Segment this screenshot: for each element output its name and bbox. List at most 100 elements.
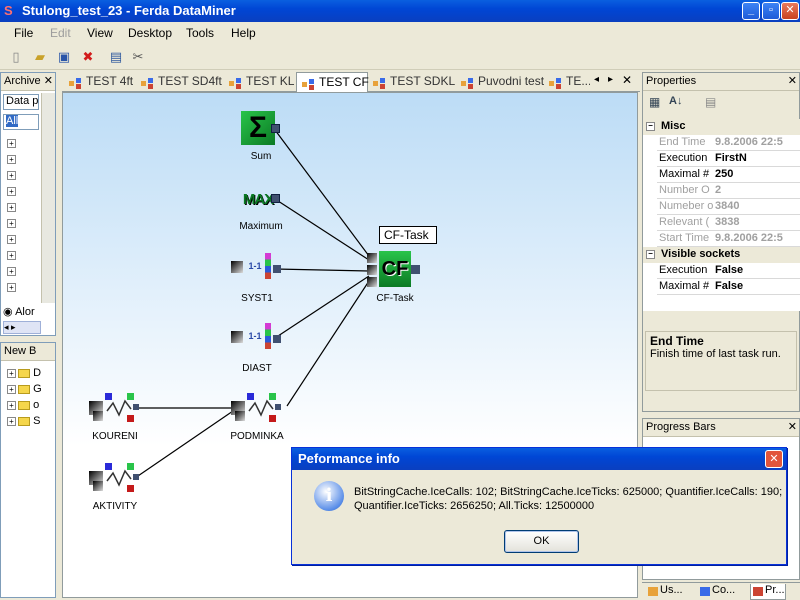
node-label: KOURENI (92, 431, 138, 442)
node-podminka[interactable]: PODMINKA (230, 391, 284, 442)
tab-context[interactable]: Co... (698, 584, 735, 600)
minimize-button[interactable]: _ (742, 2, 760, 20)
node-diast[interactable]: 1-1 DIAST (231, 321, 281, 374)
property-row[interactable]: Start Time 9.8.2006 22:5 (657, 231, 800, 247)
ok-button[interactable]: OK (504, 530, 579, 553)
menu-file[interactable]: File (14, 26, 33, 40)
sum-icon: Σ (241, 111, 275, 145)
output-socket[interactable] (271, 124, 280, 133)
tree-row[interactable]: + (7, 281, 37, 293)
menu-help[interactable]: Help (231, 26, 256, 40)
properties-toolbar: ▦ A↓ ▤ (647, 95, 716, 113)
output-socket[interactable] (273, 335, 281, 343)
input-socket[interactable] (367, 277, 377, 287)
node-maximum[interactable]: MAX Maximum (239, 181, 282, 232)
window-icon[interactable]: ▤ (106, 48, 126, 66)
tab-scroll-left-icon[interactable]: ◂ (594, 74, 599, 85)
property-row[interactable]: Maximal # False (657, 279, 800, 295)
tree-row[interactable]: + (7, 249, 37, 261)
save-icon[interactable]: ▣ (54, 48, 74, 66)
tab-test-kl[interactable]: TEST KL (224, 72, 294, 92)
menu-edit[interactable]: Edit (50, 26, 71, 40)
tree-row[interactable]: + (7, 233, 37, 245)
dialog-title[interactable]: Peformance info (292, 448, 786, 470)
node-cf-task[interactable]: CF CF-Task (367, 249, 421, 304)
tab-user-notes[interactable]: Us... (646, 584, 683, 600)
property-pages-icon[interactable]: ▤ (705, 95, 716, 109)
archive-scrollbar[interactable] (41, 93, 55, 303)
categorized-icon[interactable]: ▦ (649, 95, 660, 109)
node-tooltip: CF-Task (379, 226, 437, 244)
input-socket[interactable] (367, 253, 377, 263)
dialog-close-button[interactable]: ✕ (765, 450, 783, 468)
property-row[interactable]: Execution FirstN (657, 151, 800, 167)
archive-filter-field[interactable]: All (3, 114, 39, 130)
progress-title: Progress Bars (643, 419, 799, 437)
menu-desktop[interactable]: Desktop (128, 26, 172, 40)
close-button[interactable]: ✕ (781, 2, 799, 20)
property-row[interactable]: Number O2 (657, 183, 800, 199)
node-sum[interactable]: Σ Sum (241, 111, 281, 162)
input-socket[interactable] (231, 261, 243, 273)
archive-close-icon[interactable]: ✕ (44, 74, 53, 87)
category-misc[interactable]: − Misc (643, 119, 800, 135)
tab-progress[interactable]: Pr... (750, 584, 786, 600)
tree-row[interactable]: + (7, 217, 37, 229)
bottom-tabs: Us... Co... Pr... (642, 582, 800, 600)
progress-close-icon[interactable]: ✕ (788, 420, 797, 433)
tree-row-newbox[interactable]: + D (7, 367, 47, 379)
node-aktivity[interactable]: AKTIVITY (89, 461, 139, 512)
model-icon (229, 76, 243, 89)
tree-row[interactable]: + (7, 169, 37, 181)
property-row[interactable]: Maximal #250 (657, 167, 800, 183)
property-row[interactable]: End Time 9.8.2006 22:5 (657, 135, 800, 151)
tab-test-4ft[interactable]: TEST 4ft (64, 72, 134, 92)
output-socket[interactable] (411, 265, 420, 274)
tree-row[interactable]: + (7, 137, 37, 149)
delete-icon[interactable]: ✖ (78, 48, 98, 66)
tools-icon[interactable]: ✂ (128, 48, 148, 66)
alphabetical-icon[interactable]: A↓ (669, 95, 682, 107)
input-socket[interactable] (235, 411, 245, 421)
properties-close-icon[interactable]: ✕ (788, 74, 797, 87)
model-icon (141, 76, 155, 89)
category-visible-sockets[interactable]: − Visible sockets (643, 247, 800, 263)
tree-row[interactable]: + (7, 185, 37, 197)
archive-hscroll[interactable]: ◂ ▸ (3, 321, 41, 334)
node-syst1[interactable]: 1-1 SYST1 (231, 251, 281, 304)
input-socket[interactable] (93, 481, 103, 491)
tab-overflow[interactable]: TE... (544, 72, 590, 92)
archive-dropdown[interactable]: Data p (3, 94, 39, 110)
archive-radio[interactable]: ◉ Alor (3, 305, 55, 319)
new-icon[interactable]: ▯ (6, 48, 26, 66)
title-bar[interactable]: S Stulong_test_23 - Ferda DataMiner _ ▫ … (0, 0, 800, 22)
maximize-button[interactable]: ▫ (762, 2, 780, 20)
property-row[interactable]: Relevant (3838 (657, 215, 800, 231)
open-icon[interactable]: ▰ (30, 48, 50, 66)
input-socket[interactable] (93, 411, 103, 421)
input-socket[interactable] (231, 331, 243, 343)
property-row[interactable]: Execution False (657, 263, 800, 279)
output-socket[interactable] (273, 265, 281, 273)
tab-test-cf[interactable]: TEST CF (296, 72, 369, 92)
tree-row-newbox[interactable]: + G (7, 383, 47, 395)
archive-tree: + + + + + + + + + + (5, 137, 39, 297)
tree-row-newbox[interactable]: + S (7, 415, 47, 427)
input-socket[interactable] (367, 265, 377, 275)
tab-icon (753, 587, 763, 596)
tree-row-newbox[interactable]: + o (7, 399, 47, 411)
tab-test-sdkl[interactable]: TEST SDKL (368, 72, 455, 92)
tree-row[interactable]: + (7, 153, 37, 165)
menu-tools[interactable]: Tools (186, 26, 214, 40)
menu-bar: File Edit View Desktop Tools Help (0, 22, 800, 44)
tab-puvodni-test[interactable]: Puvodni test (456, 72, 544, 92)
property-row[interactable]: Numeber o 3840 (657, 199, 800, 215)
output-socket[interactable] (271, 194, 280, 203)
node-koureni[interactable]: KOURENI (89, 391, 139, 442)
tree-row[interactable]: + (7, 265, 37, 277)
tab-scroll-right-icon[interactable]: ▸ (608, 74, 613, 85)
tab-test-sd4ft[interactable]: TEST SD4ft (136, 72, 222, 92)
tree-row[interactable]: + (7, 201, 37, 213)
tab-close-icon[interactable]: ✕ (622, 73, 632, 87)
menu-view[interactable]: View (87, 26, 113, 40)
